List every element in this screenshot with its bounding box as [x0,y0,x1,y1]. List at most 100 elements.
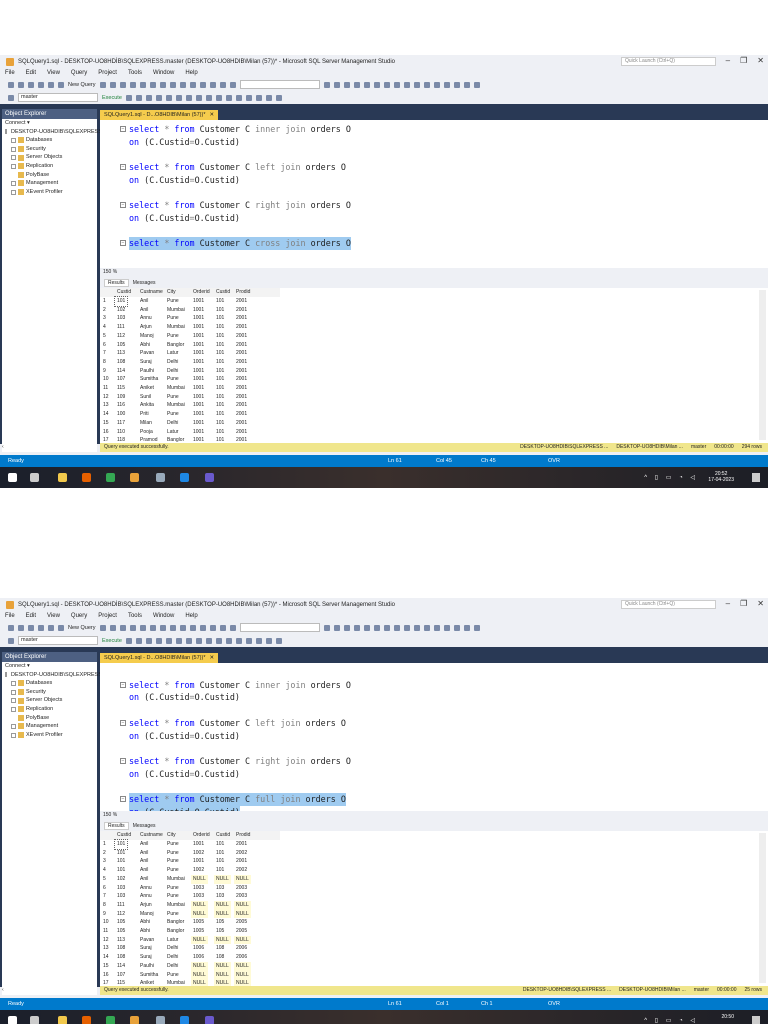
code-line[interactable]: on (C.Custid=O.Custid) [129,212,240,225]
toolbar-icon[interactable] [235,637,242,644]
tree-node[interactable]: DESKTOP-UO8HDIB\SQLEXPRESS [2,128,102,137]
close-tab-icon[interactable]: ✕ [209,653,214,663]
results-grid[interactable]: Custid Custname City Orderid Custid Prodid 1 10… [100,831,768,986]
grid-cell[interactable]: Anil [138,866,150,875]
grid-cell[interactable]: 1003 [191,892,206,901]
ssms-icon[interactable] [130,1016,139,1024]
grid-cell[interactable]: NULL [191,900,208,910]
grid-cell[interactable]: 109 [115,393,127,402]
grid-cell[interactable]: 105 [115,927,127,936]
grid-cell[interactable]: Banglor [165,436,186,443]
app-icon[interactable] [156,473,165,482]
toolbar-icon[interactable] [155,94,162,101]
tree-node[interactable]: DESKTOP-UO8HDIB\SQLEXPRESS [2,671,102,680]
toolbar-icon[interactable] [265,94,272,101]
expand-icon[interactable] [11,146,16,152]
table-row[interactable]: 2 101 Anil Pune 1002 101 2002 [100,849,270,858]
minimize-button[interactable]: – [726,56,730,65]
tree-node[interactable]: Databases [2,679,97,688]
column-header[interactable]: Custid [216,831,230,840]
expand-icon[interactable] [11,189,16,195]
toolbar-icon[interactable] [129,624,136,631]
toolbar-icon[interactable] [145,94,152,101]
grid-cell[interactable]: 1001 [191,306,206,315]
grid-cell[interactable]: Sunil [138,393,153,402]
table-row[interactable]: 16 110 Pooja Latur 1001 101 2001 [100,428,270,437]
grid-cell[interactable]: NULL [214,874,231,884]
toolbar-icon[interactable] [139,81,146,88]
grid-cell[interactable]: Pramod [138,436,160,443]
grid-cell[interactable]: 1006 [191,953,206,962]
grid-cell[interactable]: 101 [214,375,226,384]
grid-cell[interactable]: Milan [138,419,154,428]
grid-cell[interactable]: 101 [214,410,226,419]
menu-item-project[interactable]: Project [98,613,117,619]
toolbar-icon[interactable] [413,624,420,631]
results-tab[interactable]: Results [104,278,129,287]
grid-cell[interactable]: 2005 [234,927,249,936]
toolbar-icon[interactable] [413,81,420,88]
toolbar-icon[interactable] [38,81,44,88]
grid-cell[interactable]: 105 [115,918,127,927]
firefox-icon[interactable] [82,1016,91,1024]
grid-cell[interactable]: NULL [191,935,208,945]
ssms-icon[interactable] [130,473,139,482]
toolbar-icon[interactable] [363,624,370,631]
toolbar-icon[interactable] [179,81,186,88]
toolbar-icon[interactable] [473,624,480,631]
tree-node[interactable]: XEvent Profiler [2,731,97,740]
menu-item-window[interactable]: Window [153,70,174,76]
table-row[interactable]: 13 108 Suraj Delhi 1006 108 2006 [100,944,270,953]
grid-cell[interactable]: 2005 [234,918,249,927]
oe-horizontal-scrollbar[interactable]: ‹ [2,986,97,995]
grid-cell[interactable]: NULL [234,909,251,919]
toolbar-icon[interactable] [58,81,64,88]
column-header[interactable]: Custid [117,831,131,840]
toolbar-icon[interactable] [159,624,166,631]
grid-cell[interactable]: 101 [214,323,226,332]
grid-cell[interactable]: Arjun [138,323,154,332]
grid-cell[interactable]: 114 [115,962,127,971]
code-line[interactable]: select * from Customer C left join order… [129,161,346,174]
grid-cell[interactable]: 101 [214,849,226,858]
toolbar-icon[interactable] [8,624,14,631]
table-row[interactable]: 14 100 Priti Pune 1001 101 2001 [100,410,270,419]
toolbar-icon[interactable] [245,637,252,644]
grid-cell[interactable]: 101 [214,393,226,402]
tree-node[interactable]: Replication [2,705,97,714]
grid-cell[interactable]: 101 [214,341,226,350]
grid-cell[interactable]: Pune [165,375,181,384]
grid-cell[interactable]: 105 [214,927,226,936]
toolbar-icon[interactable] [343,81,350,88]
start-icon[interactable] [8,473,17,482]
toolbar-icon[interactable] [48,624,54,631]
toolbar-icon[interactable] [433,624,440,631]
collapse-icon[interactable]: − [120,757,126,764]
grid-cell[interactable]: Pune [165,332,181,341]
toolbar-icon[interactable] [229,624,236,631]
toolbar-icon[interactable] [229,81,236,88]
column-header[interactable]: Orderid [193,288,210,297]
expand-icon[interactable] [11,689,16,695]
grid-cell[interactable]: Delhi [165,953,180,962]
toolbar-icon[interactable] [265,637,272,644]
grid-cell[interactable]: Delhi [165,944,180,953]
code-line[interactable]: on (C.Custid=O.Custid) [129,768,240,781]
toolbar-icon[interactable] [199,624,206,631]
menu-item-file[interactable]: File [5,613,15,619]
expand-icon[interactable] [11,706,16,712]
grid-cell[interactable]: Abhi [138,927,152,936]
toolbar-icon[interactable] [323,624,330,631]
grid-cell[interactable]: 1002 [191,849,206,858]
grid-cell[interactable]: NULL [214,935,231,945]
toolbar-icon[interactable] [165,637,172,644]
toolbar-icon[interactable] [323,81,330,88]
toolbar-icon[interactable] [119,624,126,631]
oe-horizontal-scrollbar[interactable]: ‹ [2,443,97,452]
grid-cell[interactable]: 2001 [234,410,249,419]
grid-cell[interactable]: Anil [138,306,150,315]
toolbar-icon[interactable] [155,637,162,644]
chrome-icon[interactable] [106,1016,115,1024]
expand-icon[interactable] [11,732,16,738]
toolbar-icon[interactable] [28,624,34,631]
